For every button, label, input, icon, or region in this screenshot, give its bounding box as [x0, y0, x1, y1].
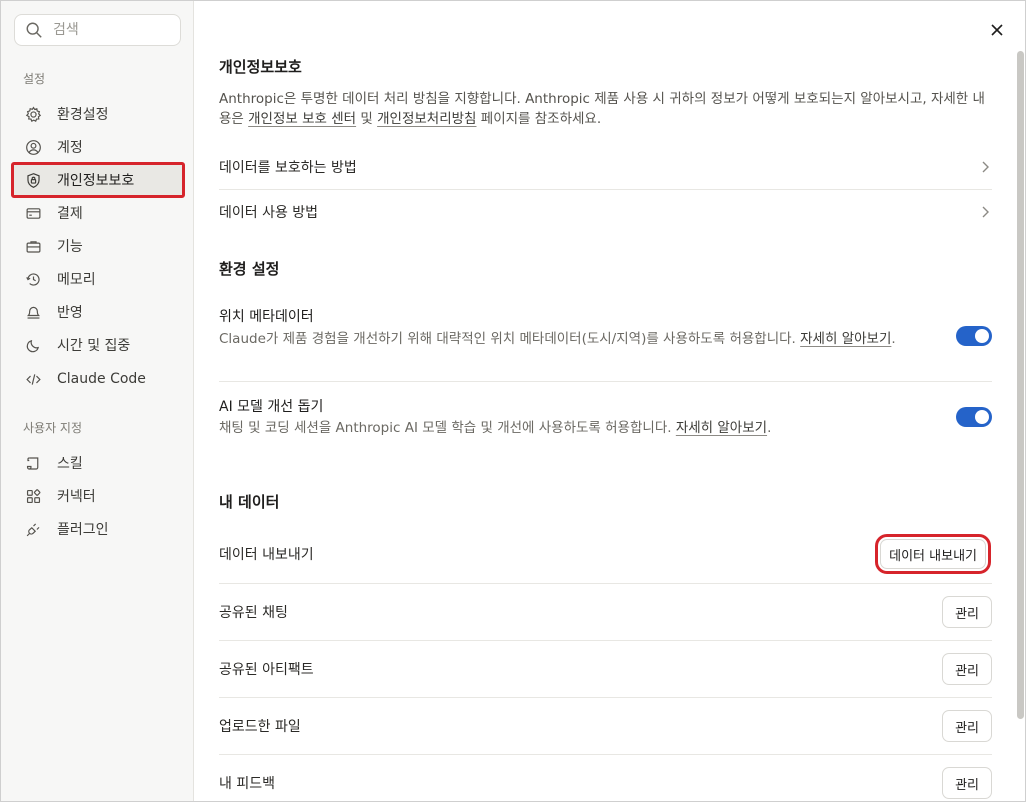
sidebar-item-label: Claude Code	[57, 371, 146, 387]
sidebar-item-label: 메모리	[57, 272, 96, 288]
settings-window: 설정 환경설정 계정 개인정보보호 결제 기능 메모리 반영	[0, 0, 1026, 802]
shared-chats-row: 공유된 채팅 관리	[219, 596, 992, 628]
sidebar-item-label: 스킬	[57, 456, 83, 472]
divider	[219, 583, 992, 584]
close-button[interactable]	[986, 19, 1008, 41]
uploaded-files-row: 업로드한 파일 관리	[219, 710, 992, 742]
sidebar-item-label: 결제	[57, 206, 83, 222]
privacy-policy-link[interactable]: 개인정보처리방침	[377, 111, 476, 127]
user-circle-icon	[24, 138, 42, 156]
how-we-use-row[interactable]: 데이터 사용 방법	[219, 191, 992, 233]
privacy-description: Anthropic은 투명한 데이터 처리 방침을 지향합니다. Anthrop…	[219, 89, 994, 129]
connector-icon	[24, 487, 42, 505]
manage-button[interactable]: 관리	[942, 653, 992, 685]
plug-icon	[24, 520, 42, 538]
manage-button[interactable]: 관리	[942, 767, 992, 799]
row-label: 데이터 사용 방법	[219, 205, 319, 221]
export-data-button[interactable]: 데이터 내보내기	[875, 534, 991, 574]
sidebar-item-label: 시간 및 집중	[57, 338, 131, 354]
sidebar-item-account[interactable]: 계정	[13, 131, 183, 163]
sidebar-item-label: 기능	[57, 239, 83, 255]
desc-text: 채팅 및 코딩 세션을 Anthropic AI 모델 학습 및 개선에 사용하…	[219, 420, 676, 436]
row-label: 업로드한 파일	[219, 719, 301, 735]
sidebar-item-claude-code[interactable]: Claude Code	[13, 363, 183, 395]
toggle-knob	[975, 329, 989, 343]
env-settings-title: 환경 설정	[219, 260, 280, 278]
history-icon	[24, 270, 42, 288]
row-label: 내 피드백	[219, 776, 275, 792]
sidebar: 설정 환경설정 계정 개인정보보호 결제 기능 메모리 반영	[1, 1, 194, 801]
row-label: 공유된 채팅	[219, 605, 288, 621]
divider	[219, 697, 992, 698]
manage-button[interactable]: 관리	[942, 710, 992, 742]
privacy-title: 개인정보보호	[219, 58, 302, 76]
search-icon	[26, 22, 42, 38]
location-metadata-toggle[interactable]	[956, 326, 992, 346]
sidebar-item-plugins[interactable]: 플러그인	[13, 513, 183, 545]
privacy-center-link[interactable]: 개인정보 보호 센터	[248, 111, 356, 127]
shield-lock-icon	[24, 171, 42, 189]
sidebar-item-billing[interactable]: 결제	[13, 197, 183, 229]
sidebar-item-time-focus[interactable]: 시간 및 집중	[13, 329, 183, 361]
sidebar-item-label: 개인정보보호	[57, 173, 135, 189]
row-label: 공유된 아티팩트	[219, 662, 314, 678]
desc-suffix: .	[891, 331, 896, 347]
privacy-desc-text: 페이지를 참조하세요.	[476, 111, 602, 127]
bell-icon	[24, 303, 42, 321]
chevron-right-icon	[982, 206, 989, 218]
row-label: 데이터를 보호하는 방법	[219, 160, 357, 176]
search-box[interactable]	[14, 14, 181, 46]
learn-more-link[interactable]: 자세히 알아보기	[800, 331, 891, 347]
ai-model-title: AI 모델 개선 돕기	[219, 399, 324, 415]
sidebar-item-label: 계정	[57, 140, 83, 156]
sidebar-item-label: 반영	[57, 305, 83, 321]
divider	[219, 640, 992, 641]
ai-model-desc: 채팅 및 코딩 세션을 Anthropic AI 모델 학습 및 개선에 사용하…	[219, 418, 939, 438]
sidebar-item-privacy[interactable]: 개인정보보호	[11, 162, 185, 198]
moon-icon	[24, 336, 42, 354]
customize-section-label: 사용자 지정	[23, 421, 83, 435]
briefcase-icon	[24, 237, 42, 255]
divider	[219, 381, 992, 382]
code-icon	[24, 370, 42, 388]
chevron-right-icon	[982, 161, 989, 173]
shared-artifacts-row: 공유된 아티팩트 관리	[219, 653, 992, 685]
sidebar-item-preferences[interactable]: 환경설정	[13, 98, 183, 130]
divider	[219, 754, 992, 755]
my-feedback-row: 내 피드백 관리	[219, 767, 992, 799]
location-metadata-title: 위치 메타데이터	[219, 309, 314, 325]
scrollbar[interactable]	[1017, 51, 1024, 719]
learn-more-link[interactable]: 자세히 알아보기	[676, 420, 767, 436]
credit-card-icon	[24, 204, 42, 222]
divider	[219, 189, 992, 190]
ai-model-toggle[interactable]	[956, 407, 992, 427]
sidebar-item-label: 플러그인	[57, 522, 109, 538]
privacy-desc-text: 및	[356, 111, 378, 127]
sidebar-item-skills[interactable]: 스킬	[13, 447, 183, 479]
desc-text: Claude가 제품 경험을 개선하기 위해 대략적인 위치 메타데이터(도시/…	[219, 331, 801, 347]
gear-icon	[24, 105, 42, 123]
how-we-protect-row[interactable]: 데이터를 보호하는 방법	[219, 146, 992, 188]
sidebar-item-features[interactable]: 기능	[13, 230, 183, 262]
desc-suffix: .	[767, 420, 772, 436]
sidebar-item-reflection[interactable]: 반영	[13, 296, 183, 328]
scroll-icon	[24, 454, 42, 472]
export-data-row: 데이터 내보내기 데이터 내보내기	[219, 534, 992, 574]
my-data-title: 내 데이터	[219, 493, 280, 511]
search-input[interactable]	[53, 22, 173, 38]
sidebar-item-label: 환경설정	[57, 107, 109, 123]
row-label: 데이터 내보내기	[219, 547, 314, 563]
sidebar-item-label: 커넥터	[57, 489, 96, 505]
toggle-knob	[975, 410, 989, 424]
location-metadata-desc: Claude가 제품 경험을 개선하기 위해 대략적인 위치 메타데이터(도시/…	[219, 329, 924, 349]
settings-section-label: 설정	[23, 72, 46, 86]
manage-button[interactable]: 관리	[942, 596, 992, 628]
main-content: 개인정보보호 Anthropic은 투명한 데이터 처리 방침을 지향합니다. …	[194, 1, 1025, 801]
sidebar-item-memory[interactable]: 메모리	[13, 263, 183, 295]
sidebar-item-connectors[interactable]: 커넥터	[13, 480, 183, 512]
close-icon	[991, 24, 1003, 36]
